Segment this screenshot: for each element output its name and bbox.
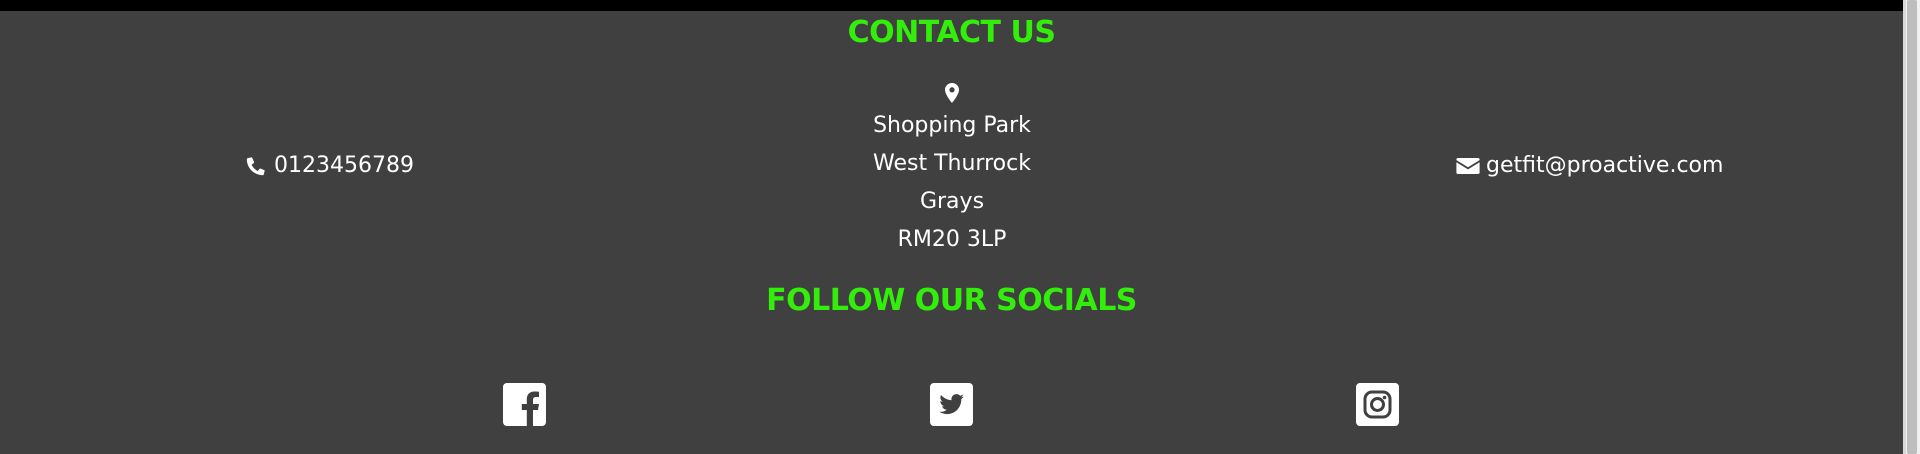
envelope-icon — [1456, 157, 1480, 174]
phone-icon — [246, 156, 265, 175]
instagram-icon[interactable] — [1356, 383, 1399, 426]
address-line-2: West Thurrock — [873, 151, 1031, 176]
top-bar — [0, 0, 1903, 11]
phone-link[interactable]: 0123456789 — [244, 153, 414, 178]
email-address: getfit@proactive.com — [1486, 153, 1724, 178]
address-block: Shopping Park West Thurrock Grays RM20 3… — [752, 83, 1152, 259]
scrollbar-thumb[interactable] — [1907, 0, 1917, 454]
vertical-scrollbar[interactable] — [1903, 0, 1920, 454]
phone-number: 0123456789 — [274, 153, 414, 178]
twitter-icon[interactable] — [930, 383, 973, 426]
socials-heading: FOLLOW OUR SOCIALS — [766, 283, 1137, 318]
facebook-icon[interactable] — [503, 383, 546, 426]
email-link[interactable]: getfit@proactive.com — [1456, 153, 1723, 178]
address-line-4: RM20 3LP — [897, 227, 1007, 252]
address-line-3: Grays — [919, 189, 985, 214]
footer: CONTACT US 0123456789 Shopping Park West… — [0, 11, 1903, 454]
scrollbar-track — [1903, 0, 1906, 454]
contact-heading: CONTACT US — [847, 15, 1056, 50]
address-line-1: Shopping Park — [873, 113, 1031, 138]
location-pin-icon — [945, 83, 959, 103]
